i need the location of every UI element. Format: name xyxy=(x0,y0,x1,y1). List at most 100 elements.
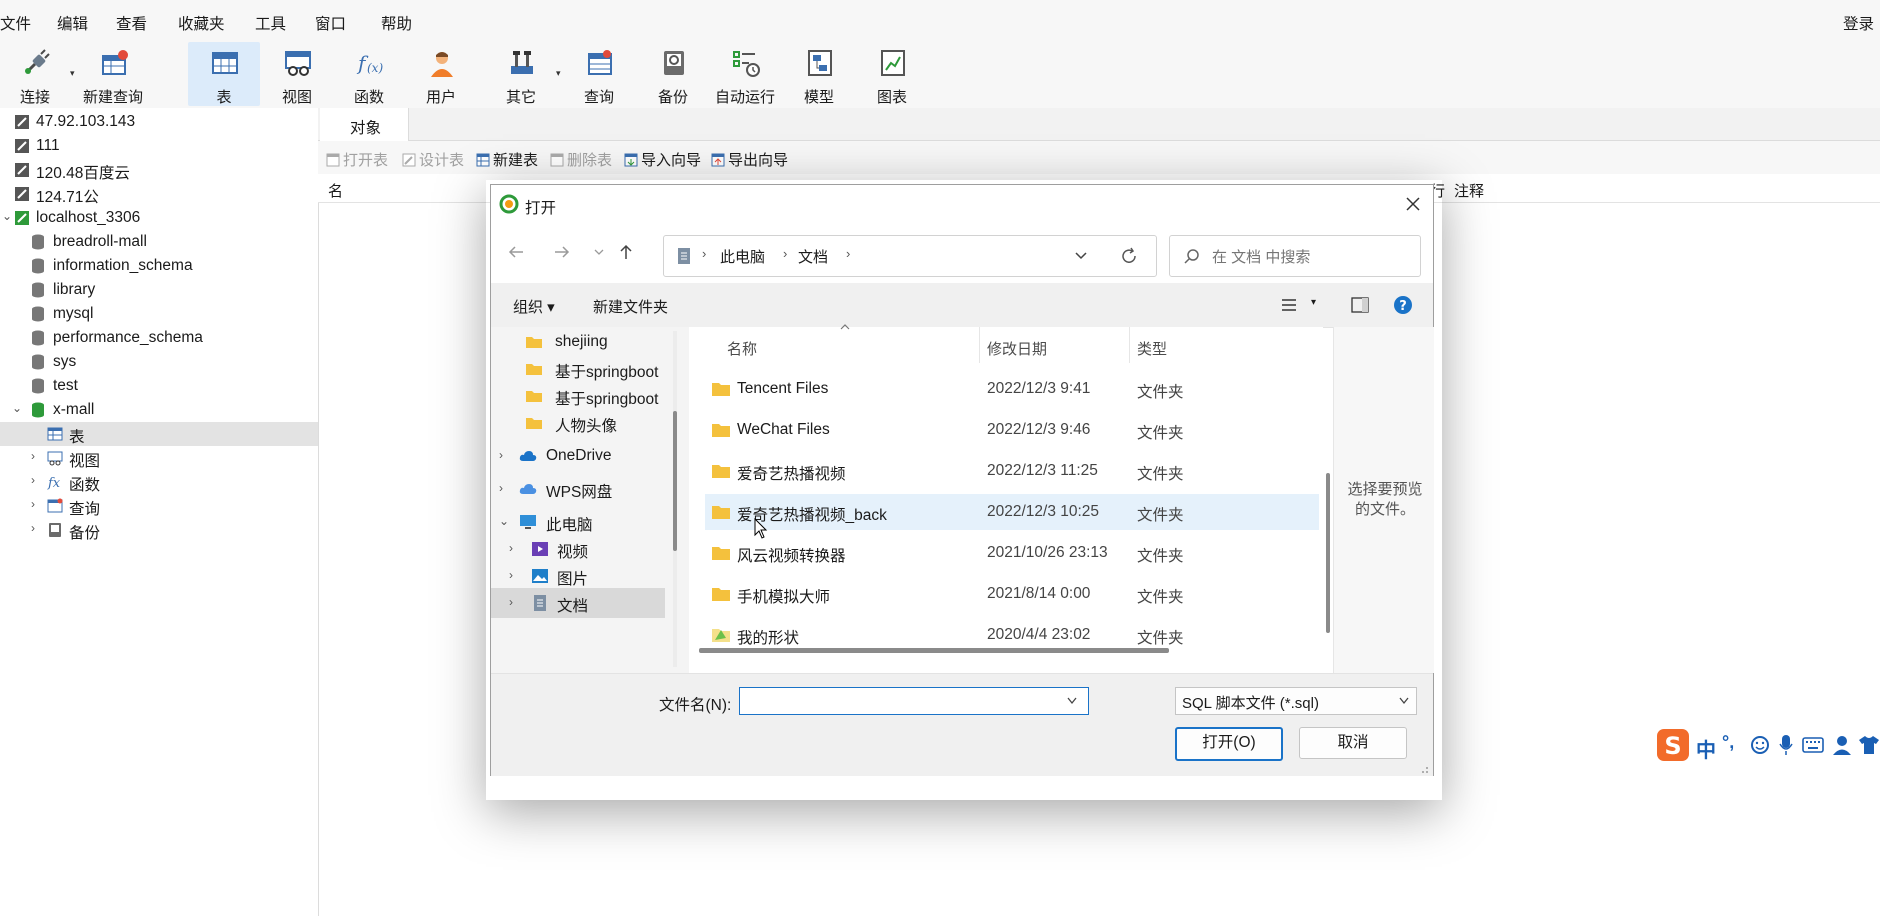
tree-database[interactable]: sys xyxy=(0,350,318,374)
resize-grip-icon[interactable] xyxy=(1417,762,1429,774)
file-row[interactable]: 爱奇艺热播视频_back 2022/12/3 10:25 文件夹 xyxy=(705,494,1319,530)
others-button[interactable]: 其它 xyxy=(488,42,554,106)
chevron-right-icon[interactable]: › xyxy=(509,568,513,582)
address-history-chevron-icon[interactable] xyxy=(1074,251,1088,261)
chevron-right-icon[interactable]: › xyxy=(499,448,503,462)
view-button[interactable]: 视图 xyxy=(264,42,330,106)
connection-button[interactable]: 连接 xyxy=(2,42,68,106)
tree-node-views[interactable]: › 视图 xyxy=(0,446,318,470)
chevron-right-icon[interactable]: › xyxy=(499,481,503,495)
tree-database[interactable]: breadroll-mall xyxy=(0,230,318,254)
nav-item-this-pc[interactable]: ⌄ 此电脑 xyxy=(491,507,689,537)
menu-tools[interactable]: 工具 xyxy=(255,12,286,34)
menu-file[interactable]: 文件 xyxy=(0,12,31,34)
chevron-right-icon[interactable]: › xyxy=(31,473,35,487)
back-arrow-icon[interactable] xyxy=(507,243,525,261)
filename-dropdown-icon[interactable] xyxy=(1066,696,1078,706)
filetype-dropdown-icon[interactable] xyxy=(1398,696,1410,706)
menu-favorites[interactable]: 收藏夹 xyxy=(178,12,225,34)
tree-connection[interactable]: 124.71公 xyxy=(0,182,318,206)
export-wizard-button[interactable]: 导出向导 xyxy=(711,149,788,170)
tree-database[interactable]: library xyxy=(0,278,318,302)
nav-item-folder[interactable]: shejiing xyxy=(491,327,689,357)
tree-database-open[interactable]: ⌄ x-mall xyxy=(0,398,318,422)
view-options-dropdown-icon[interactable]: ▾ xyxy=(1311,297,1316,308)
tree-connection[interactable]: 47.92.103.143 xyxy=(0,110,318,134)
user-button[interactable]: 用户 xyxy=(408,42,474,106)
nav-item-pictures[interactable]: › 图片 xyxy=(491,561,689,591)
open-button[interactable]: 打开(O) xyxy=(1175,727,1283,761)
function-button[interactable]: f (x) 函数 xyxy=(336,42,402,106)
search-box[interactable] xyxy=(1169,235,1421,277)
chevron-right-icon[interactable]: › xyxy=(509,541,513,555)
help-icon[interactable]: ? xyxy=(1393,295,1413,315)
cancel-button[interactable]: 取消 xyxy=(1299,727,1407,759)
column-header-date[interactable]: 修改日期 xyxy=(987,338,1047,359)
column-name[interactable]: 名 xyxy=(328,180,343,201)
tree-database[interactable]: performance_schema xyxy=(0,326,318,350)
chevron-right-icon[interactable]: › xyxy=(31,497,35,511)
file-row[interactable]: 风云视频转换器 2021/10/26 23:13 文件夹 xyxy=(705,535,1319,571)
menu-help[interactable]: 帮助 xyxy=(381,12,412,34)
chevron-down-icon[interactable]: ⌄ xyxy=(2,209,12,223)
menu-window[interactable]: 窗口 xyxy=(315,12,346,34)
filetype-select[interactable]: SQL 脚本文件 (*.sql) xyxy=(1175,687,1417,715)
column-comment[interactable]: 注释 xyxy=(1454,180,1484,201)
new-query-button[interactable]: 新建查询 xyxy=(80,42,146,106)
file-row[interactable]: WeChat Files 2022/12/3 9:46 文件夹 xyxy=(705,412,1319,448)
nav-item-folder[interactable]: 人物头像 xyxy=(491,408,689,438)
nav-item-documents[interactable]: › 文档 xyxy=(491,588,665,618)
view-options-icon[interactable] xyxy=(1281,297,1297,313)
emoji-icon[interactable] xyxy=(1750,735,1770,755)
chevron-right-icon[interactable]: › xyxy=(31,521,35,535)
organize-button[interactable]: 组织 ▾ xyxy=(513,296,555,317)
menu-view[interactable]: 查看 xyxy=(116,12,147,34)
horizontal-scrollbar[interactable] xyxy=(699,645,1313,655)
column-divider[interactable] xyxy=(979,327,980,363)
refresh-icon[interactable] xyxy=(1120,247,1138,265)
tree-node-tables[interactable]: 表 xyxy=(0,422,318,446)
chevron-down-icon[interactable]: ⌄ xyxy=(499,514,509,528)
import-wizard-button[interactable]: 导入向导 xyxy=(624,149,701,170)
vertical-scrollbar[interactable] xyxy=(1323,333,1333,669)
recent-locations-chevron-icon[interactable] xyxy=(593,247,605,257)
nav-item-onedrive[interactable]: › OneDrive xyxy=(491,441,689,471)
chart-button[interactable]: 图表 xyxy=(859,42,925,106)
login-link[interactable]: 登录 xyxy=(1843,12,1874,34)
up-arrow-icon[interactable] xyxy=(617,243,635,261)
sogou-logo-icon[interactable]: S xyxy=(1656,728,1690,762)
tree-connection-local[interactable]: ⌄ localhost_3306 xyxy=(0,206,318,230)
new-folder-button[interactable]: 新建文件夹 xyxy=(593,296,668,317)
design-table-button[interactable]: 设计表 xyxy=(402,149,464,170)
chevron-down-icon[interactable]: ⌄ xyxy=(12,401,22,415)
tree-node-backups[interactable]: › 备份 xyxy=(0,518,318,542)
file-row[interactable]: Tencent Files 2022/12/3 9:41 文件夹 xyxy=(705,371,1319,407)
tree-database[interactable]: test xyxy=(0,374,318,398)
menu-edit[interactable]: 编辑 xyxy=(57,12,88,34)
tab-objects[interactable]: 对象 xyxy=(320,108,409,141)
preview-pane-icon[interactable] xyxy=(1351,297,1369,313)
nav-item-folder[interactable]: 基于springboot xyxy=(491,354,689,384)
tree-node-functions[interactable]: › fx 函数 xyxy=(0,470,318,494)
nav-item-folder[interactable]: 基于springboot xyxy=(491,381,689,411)
nav-item-wps-drive[interactable]: › WPS网盘 xyxy=(491,474,689,504)
delete-table-button[interactable]: 删除表 xyxy=(550,149,612,170)
keyboard-icon[interactable] xyxy=(1802,737,1824,753)
table-button[interactable]: 表 xyxy=(188,42,260,106)
tree-database[interactable]: information_schema xyxy=(0,254,318,278)
breadcrumb-documents[interactable]: 文档 xyxy=(798,246,828,267)
forward-arrow-icon[interactable] xyxy=(553,243,571,261)
skin-icon[interactable] xyxy=(1858,735,1880,755)
nav-item-videos[interactable]: › 视频 xyxy=(491,534,689,564)
microphone-icon[interactable] xyxy=(1778,734,1794,756)
others-dropdown-icon[interactable]: ▾ xyxy=(556,68,561,79)
tree-node-queries[interactable]: › 查询 xyxy=(0,494,318,518)
filename-combobox[interactable] xyxy=(739,687,1089,715)
column-header-name[interactable]: 名称 xyxy=(727,338,757,359)
query-button[interactable]: 查询 xyxy=(566,42,632,106)
user-settings-icon[interactable] xyxy=(1832,734,1852,756)
ime-punctuation-toggle[interactable]: °, xyxy=(1722,732,1734,753)
connection-dropdown-icon[interactable]: ▾ xyxy=(70,68,75,79)
open-table-button[interactable]: 打开表 xyxy=(326,149,388,170)
column-header-type[interactable]: 类型 xyxy=(1137,338,1167,359)
